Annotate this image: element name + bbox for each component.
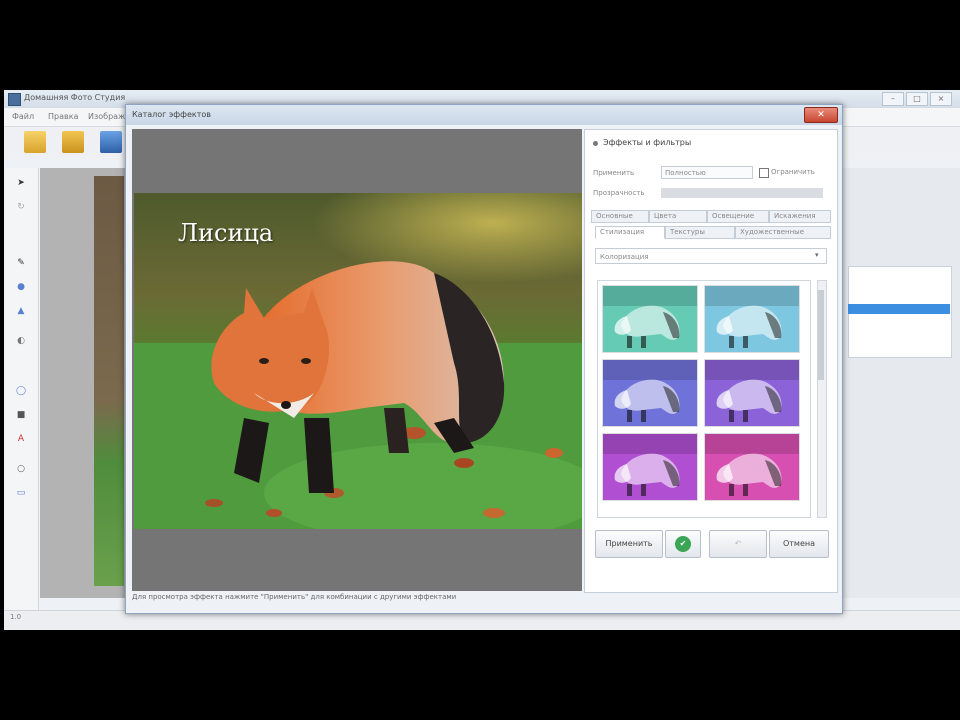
pointer-tool-icon[interactable]: ➤ [16,178,26,188]
cancel-button[interactable]: Отмена [769,530,829,558]
apply-button[interactable]: Применить [595,530,663,558]
shape-tool-icon[interactable]: ▲ [16,306,26,316]
tab-distortion[interactable]: Искажения [769,210,831,223]
menu-edit[interactable]: Правка [48,112,78,121]
gallery-icon[interactable] [62,131,84,153]
effect-thumbnail[interactable] [704,433,800,501]
layer-tool-icon[interactable]: ■ [16,410,26,420]
save-icon[interactable] [100,131,122,153]
dialog-title: Каталог эффектов [132,110,211,119]
apply-mode-label: Применить [593,169,635,177]
checkmark-icon: ✔ [675,536,691,552]
tab-artistic[interactable]: Художественные [735,226,831,239]
brush-tool-icon[interactable]: ✎ [16,258,26,268]
tab-stylize[interactable]: Стилизация [595,226,665,239]
effect-thumbnail[interactable] [704,359,800,427]
dialog-close-button[interactable]: ✕ [804,107,838,123]
effect-thumbnail[interactable] [602,285,698,353]
effects-panel: Эффекты и фильтры Применить Полностью Ог… [584,129,838,593]
tab-basic[interactable]: Основные [591,210,649,223]
crop-tool-icon[interactable]: ▭ [16,488,26,498]
minimize-button[interactable]: – [882,92,904,106]
opacity-label: Прозрачность [593,189,645,197]
limit-checkbox[interactable] [759,168,769,178]
ok-button[interactable]: ✔ [665,530,701,558]
right-panel [842,168,960,598]
scrollbar-thumb[interactable] [818,290,824,380]
app-title: Домашняя Фото Студия [24,93,126,102]
tab-textures[interactable]: Текстуры [665,226,735,239]
dialog-titlebar: Каталог эффектов ✕ [126,105,842,125]
photo-caption: Лисица [178,219,274,247]
apply-mode-select[interactable]: Полностью [661,166,753,179]
undo-button[interactable]: ↶ [709,530,767,558]
contrast-tool-icon[interactable]: ◐ [16,336,26,346]
right-panel-selected-item[interactable] [848,304,950,314]
tools-panel: ➤ ↻ ✎ ● ▲ ◐ ◯ ■ A ○ ▭ [6,168,39,610]
limit-checkbox-label: Ограничить [771,168,815,176]
effects-panel-header: Эффекты и фильтры [603,138,692,147]
canvas-photo [94,176,124,586]
effect-category-select[interactable]: Колоризация [595,248,827,264]
effect-thumbnail[interactable] [704,285,800,353]
effects-dialog: Каталог эффектов ✕ Лисица Эффекты и филь… [125,104,843,614]
circle-tool-icon[interactable]: ○ [16,464,26,474]
app-status-text: 1.0 [10,613,22,621]
tab-lighting[interactable]: Освещение [707,210,769,223]
app-logo-icon [8,93,21,106]
panel-bullet-icon [593,141,598,146]
effect-thumbnails [597,280,811,518]
open-folder-icon[interactable] [24,131,46,153]
effect-thumbnail[interactable] [602,433,698,501]
menu-file[interactable]: Файл [12,112,34,121]
chevron-down-icon[interactable]: ▾ [815,251,819,259]
rotate-tool-icon[interactable]: ↻ [16,202,26,212]
opacity-slider[interactable] [661,188,823,198]
app-close-button[interactable]: × [930,92,952,106]
drop-tool-icon[interactable]: ● [16,282,26,292]
ellipse-tool-icon[interactable]: ◯ [16,386,26,396]
dialog-status-text: Для просмотра эффекта нажмите "Применить… [132,593,457,601]
text-tool-icon[interactable]: A [16,434,26,444]
maximize-button[interactable]: □ [906,92,928,106]
tab-colors[interactable]: Цвета [649,210,707,223]
effect-thumbnail[interactable] [602,359,698,427]
